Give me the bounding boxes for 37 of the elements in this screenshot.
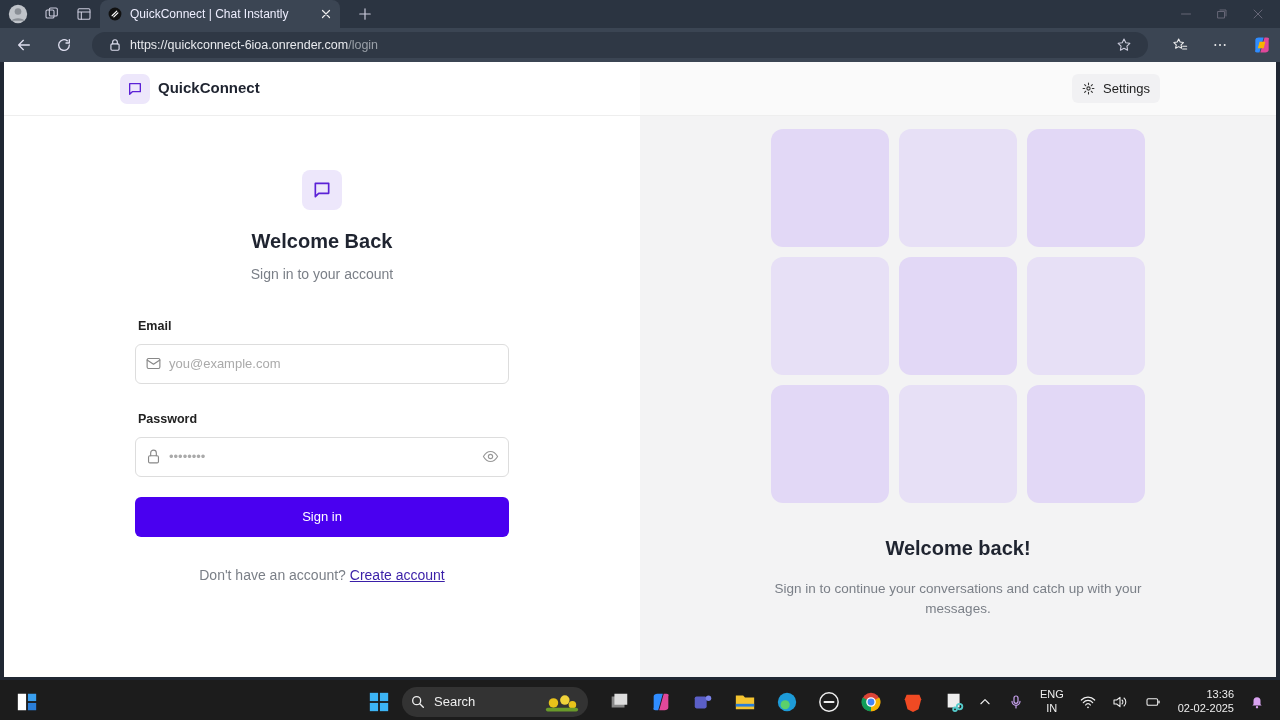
lock-icon (108, 38, 122, 52)
new-tab-icon[interactable] (358, 7, 372, 21)
form-title: Welcome Back (251, 229, 393, 254)
site-icon (108, 7, 122, 21)
password-field[interactable]: •••••••• (135, 436, 509, 477)
url-text: https://quickconnect-6ioa.onrender.com/login (130, 36, 380, 54)
chat-icon (312, 180, 332, 200)
chat-icon (127, 80, 143, 97)
settings-button[interactable]: Settings (1072, 73, 1160, 104)
email-field[interactable]: you@example.com (135, 343, 509, 384)
field-label: Password (137, 410, 199, 428)
region-indicator[interactable]: IN (1039, 701, 1064, 716)
browser-tab[interactable]: QuickConnect | Chat Instantly (100, 0, 340, 28)
lock-icon (145, 447, 162, 465)
clock-date[interactable]: 02-02-2025 (1177, 701, 1234, 716)
tab-actions-icon[interactable] (76, 6, 92, 22)
profile-icon[interactable] (8, 4, 28, 24)
clock-time[interactable]: 13:36 (1177, 687, 1234, 702)
start-icon[interactable] (368, 690, 390, 713)
refresh-icon[interactable] (56, 37, 72, 53)
star-icon[interactable] (1116, 37, 1132, 53)
form-subtitle: Sign in to your account (250, 265, 394, 284)
back-icon[interactable] (16, 37, 32, 53)
language-indicator[interactable]: ENG (1039, 687, 1064, 702)
field-label: Email (137, 318, 173, 335)
favorites-icon[interactable] (1172, 37, 1188, 53)
address-bar[interactable]: https://quickconnect-6ioa.onrender.com/login (92, 32, 1148, 58)
create-account-link[interactable]: Create account (349, 566, 445, 583)
search-box[interactable]: Search (402, 686, 588, 717)
brand-name[interactable]: QuickConnect (158, 77, 260, 100)
settings-icon (1082, 82, 1095, 95)
search-icon (410, 693, 426, 710)
panel-title: Welcome back! (885, 536, 1031, 561)
panel-text: Sign in to continue your conversations and catch up with your messages. (773, 580, 1143, 619)
signup-prompt: Don't have an account? Create account (198, 565, 446, 585)
sign-in-button[interactable]: Sign in (135, 496, 509, 537)
workspaces-icon[interactable] (44, 6, 60, 22)
